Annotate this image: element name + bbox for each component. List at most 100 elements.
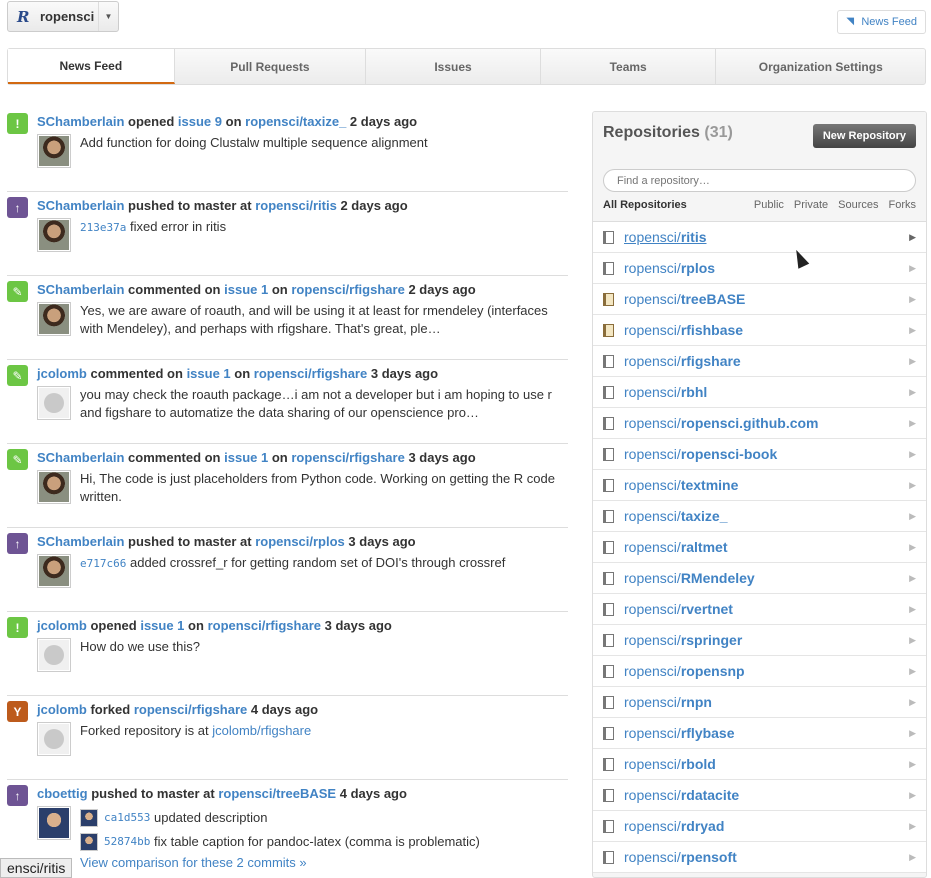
repository-item[interactable]: ropensci/ropensci.github.com ▶ (593, 408, 926, 439)
filter-all-repositories[interactable]: All Repositories (603, 199, 687, 211)
actor-link[interactable]: jcolomb (37, 702, 87, 717)
repository-item[interactable]: ropensci/rfishbase ▶ (593, 315, 926, 346)
filter-public[interactable]: Public (754, 199, 784, 211)
repository-item[interactable]: ropensci/textmine ▶ (593, 470, 926, 501)
tab-teams[interactable]: Teams (541, 49, 717, 84)
repository-item[interactable]: ropensci/rdryad ▶ (593, 811, 926, 842)
repository-link[interactable]: ropensci/rbhl (624, 384, 707, 400)
chevron-right-icon: ▶ (909, 231, 916, 242)
repository-link[interactable]: ropensci/raltmet (624, 539, 728, 555)
commit-sha-link[interactable]: e717c66 (80, 557, 126, 570)
repo-link[interactable]: ropensci/rfigshare (208, 618, 321, 633)
actor-link[interactable]: SChamberlain (37, 282, 124, 297)
issue-link[interactable]: issue 1 (224, 450, 268, 465)
repository-link[interactable]: ropensci/treeBASE (624, 291, 745, 307)
repository-link[interactable]: ropensci/ropensnp (624, 663, 745, 679)
actor-link[interactable]: SChamberlain (37, 198, 124, 213)
repository-link[interactable]: ropensci/rplos (624, 260, 715, 276)
action-text: opened (90, 618, 137, 633)
actor-link[interactable]: SChamberlain (37, 534, 124, 549)
repository-link[interactable]: ropensci/rvertnet (624, 601, 733, 617)
repository-item[interactable]: ropensci/rnpn ▶ (593, 687, 926, 718)
commit-sha-link[interactable]: 213e37a (80, 221, 126, 234)
repository-item[interactable]: ropensci/RMendeley ▶ (593, 563, 926, 594)
repository-item[interactable]: ropensci/rflybase ▶ (593, 718, 926, 749)
avatar[interactable] (37, 638, 71, 672)
avatar[interactable] (37, 134, 71, 168)
chevron-down-icon[interactable]: ▼ (98, 2, 118, 31)
avatar[interactable] (37, 218, 71, 252)
issue-link[interactable]: issue 9 (178, 114, 222, 129)
find-repository-input[interactable] (603, 169, 916, 192)
repository-item[interactable]: ropensci/taxize_ ▶ (593, 501, 926, 532)
issue-link[interactable]: issue 1 (224, 282, 268, 297)
repo-link[interactable]: ropensci/treeBASE (218, 786, 336, 801)
repository-link[interactable]: ropensci/rdryad (624, 818, 724, 834)
repository-link[interactable]: ropensci/taxize_ (624, 508, 728, 524)
avatar[interactable] (37, 470, 71, 504)
repo-link[interactable]: ropensci/rfigshare (254, 366, 367, 381)
repository-item[interactable]: ropensci/rdatacite ▶ (593, 780, 926, 811)
avatar[interactable] (37, 302, 71, 336)
repository-link[interactable]: ropensci/ritis (624, 229, 707, 245)
repository-link[interactable]: ropensci/textmine (624, 477, 738, 493)
avatar[interactable] (37, 806, 71, 840)
repository-link[interactable]: ropensci/rflybase (624, 725, 735, 741)
chevron-right-icon: ▶ (909, 603, 916, 614)
repository-link[interactable]: ropensci/rfishbase (624, 322, 743, 338)
repository-item[interactable]: ropensci/rbhl ▶ (593, 377, 926, 408)
repo-icon (603, 602, 614, 616)
fork-link[interactable]: jcolomb/rfigshare (212, 723, 311, 738)
repository-link[interactable]: ropensci/rbold (624, 756, 716, 772)
repo-link[interactable]: ropensci/rfigshare (134, 702, 247, 717)
repo-link[interactable]: ropensci/rfigshare (291, 282, 404, 297)
issue-link[interactable]: issue 1 (187, 366, 231, 381)
repository-item[interactable]: ropensci/rpensoft ▶ (593, 842, 926, 873)
repository-link[interactable]: ropensci/ropensci.github.com (624, 415, 819, 431)
commit-sha-link[interactable]: 52874bb (104, 833, 150, 851)
actor-link[interactable]: jcolomb (37, 366, 87, 381)
filter-forks[interactable]: Forks (889, 199, 917, 211)
tab-organization-settings[interactable]: Organization Settings (716, 49, 925, 84)
actor-link[interactable]: jcolomb (37, 618, 87, 633)
tab-issues[interactable]: Issues (366, 49, 541, 84)
issue-link[interactable]: issue 1 (140, 618, 184, 633)
actor-link[interactable]: SChamberlain (37, 114, 124, 129)
actor-link[interactable]: cboettig (37, 786, 88, 801)
repository-item[interactable]: ropensci/rplos ▶ (593, 253, 926, 284)
avatar[interactable] (37, 722, 71, 756)
repo-link[interactable]: ropensci/rfigshare (291, 450, 404, 465)
repository-link[interactable]: ropensci/ropensci-book (624, 446, 777, 462)
actor-link[interactable]: SChamberlain (37, 450, 124, 465)
repository-item[interactable]: ropensci/treeBASE ▶ (593, 284, 926, 315)
repository-item[interactable]: ropensci/ropensci-book ▶ (593, 439, 926, 470)
repo-link[interactable]: ropensci/ritis (255, 198, 337, 213)
tab-pull-requests[interactable]: Pull Requests (175, 49, 367, 84)
repository-item[interactable]: ropensci/rfigshare ▶ (593, 346, 926, 377)
compare-commits-link[interactable]: View comparison for these 2 commits » (80, 854, 480, 872)
repository-name: rbold (680, 756, 716, 772)
repository-item[interactable]: ropensci/ritis ▶ (593, 222, 926, 253)
org-switcher[interactable]: R ropensci ▼ (7, 1, 119, 32)
avatar[interactable] (37, 554, 71, 588)
repository-item[interactable]: ropensci/rvertnet ▶ (593, 594, 926, 625)
repository-link[interactable]: ropensci/rfigshare (624, 353, 741, 369)
repo-link[interactable]: ropensci/rplos (255, 534, 345, 549)
news-feed-rss-button[interactable]: ◥ News Feed (837, 10, 926, 34)
repository-item[interactable]: ropensci/rspringer ▶ (593, 625, 926, 656)
repository-link[interactable]: ropensci/rspringer (624, 632, 742, 648)
repository-link[interactable]: ropensci/rdatacite (624, 787, 739, 803)
repository-item[interactable]: ropensci/raltmet ▶ (593, 532, 926, 563)
repo-link[interactable]: ropensci/taxize_ (245, 114, 346, 129)
repository-link[interactable]: ropensci/rpensoft (624, 849, 737, 865)
avatar[interactable] (37, 386, 71, 420)
repository-link[interactable]: ropensci/rnpn (624, 694, 712, 710)
repository-link[interactable]: ropensci/RMendeley (624, 570, 755, 586)
filter-private[interactable]: Private (794, 199, 828, 211)
commit-sha-link[interactable]: ca1d553 (104, 809, 150, 827)
new-repository-button[interactable]: New Repository (812, 124, 916, 148)
repository-item[interactable]: ropensci/ropensnp ▶ (593, 656, 926, 687)
tab-news-feed[interactable]: News Feed (8, 49, 175, 84)
filter-sources[interactable]: Sources (838, 199, 878, 211)
repository-item[interactable]: ropensci/rbold ▶ (593, 749, 926, 780)
